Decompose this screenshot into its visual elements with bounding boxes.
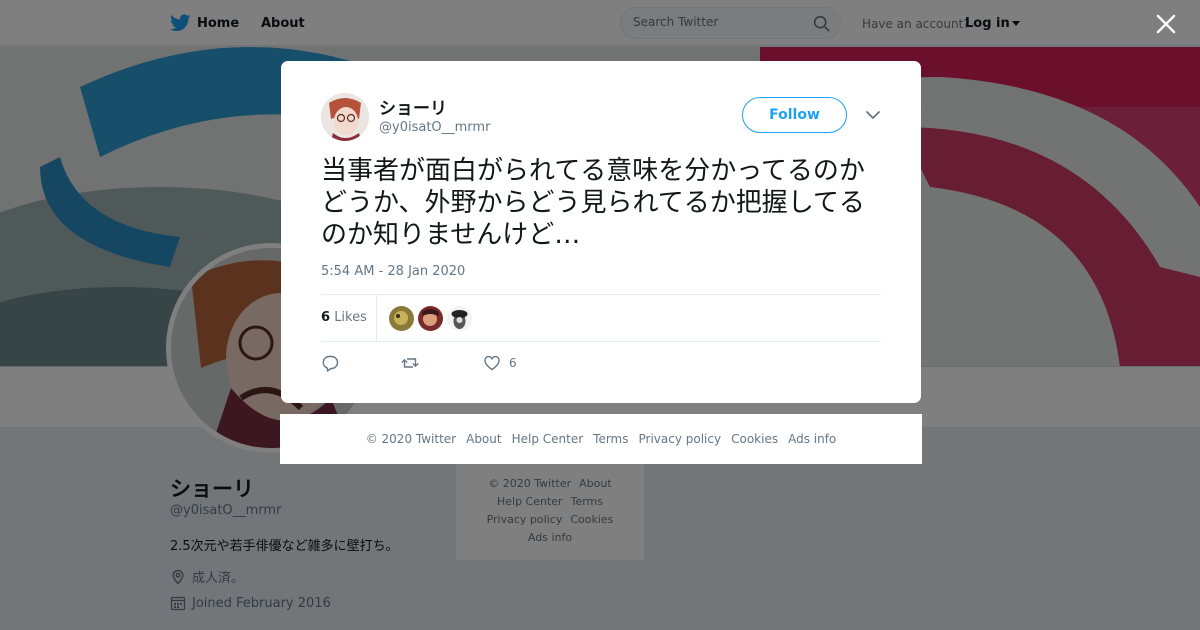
liker-avatar-image: [418, 306, 443, 331]
retweet-icon[interactable]: [401, 354, 419, 372]
modal-footer: © 2020 Twitter About Help Center Terms P…: [280, 414, 922, 464]
liker-avatar[interactable]: [418, 306, 443, 331]
like-button[interactable]: 6: [483, 353, 517, 373]
tweet-author-name[interactable]: ショーリ: [379, 94, 447, 119]
footer-copyright: © 2020 Twitter: [365, 432, 457, 446]
retweet-button[interactable]: [401, 353, 427, 373]
footer-cookies-link[interactable]: Cookies: [731, 432, 778, 446]
reply-icon[interactable]: [321, 354, 339, 372]
footer-about-link[interactable]: About: [466, 432, 501, 446]
reply-button[interactable]: [321, 353, 347, 373]
chevron-down-icon[interactable]: [865, 109, 881, 121]
likes-label[interactable]: Likes: [334, 310, 367, 325]
heart-icon[interactable]: [483, 354, 501, 372]
tweet-stats: 6 Likes: [321, 294, 881, 342]
tweet-timestamp[interactable]: 5:54 AM - 28 Jan 2020: [321, 264, 465, 279]
footer-terms-link[interactable]: Terms: [593, 432, 628, 446]
tweet-author-avatar[interactable]: [321, 93, 369, 141]
liker-avatar[interactable]: [447, 306, 472, 331]
close-icon[interactable]: [1156, 14, 1176, 34]
tweet-modal: ショーリ @y0isatO__mrmr Follow 当事者が面白がられてる意味…: [281, 61, 921, 403]
tweet-actions: 6: [321, 353, 621, 373]
tweet-author-avatar-image: [321, 93, 369, 141]
liker-avatar[interactable]: [389, 306, 414, 331]
footer-privacy-link[interactable]: Privacy policy: [639, 432, 722, 446]
follow-button[interactable]: Follow: [742, 97, 847, 133]
footer-help-link[interactable]: Help Center: [512, 432, 584, 446]
stats-divider: [376, 295, 377, 341]
tweet-author-handle[interactable]: @y0isatO__mrmr: [379, 120, 490, 135]
tweet-text: 当事者が面白がられてる意味を分かってるのかどうか、外野からどう見られてるか把握し…: [321, 156, 865, 250]
liker-avatar-image: [447, 306, 472, 331]
footer-ads-link[interactable]: Ads info: [788, 432, 836, 446]
liker-avatar-image: [389, 306, 414, 331]
likes-stat[interactable]: 6 Likes: [321, 310, 367, 325]
like-count[interactable]: 6: [509, 356, 517, 370]
likes-count[interactable]: 6: [321, 310, 330, 325]
